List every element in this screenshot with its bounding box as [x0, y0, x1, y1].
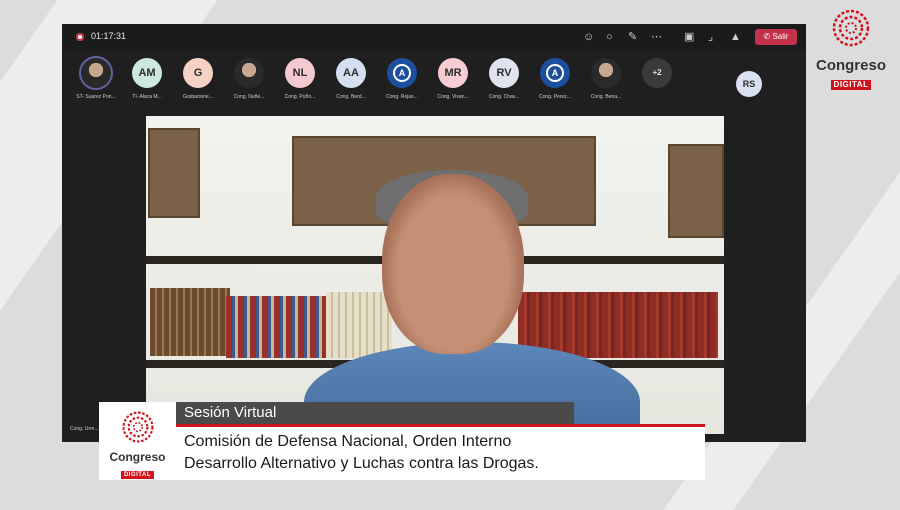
- wall-tapestry: [148, 128, 200, 218]
- participant-tile[interactable]: NL Cong. Puño...: [274, 58, 326, 100]
- books: [226, 296, 326, 358]
- session-label: Sesión Virtual: [176, 402, 574, 424]
- participant-name: Cong. Chav...: [488, 94, 520, 100]
- commission-line-2: Desarrollo Alternativo y Luchas contra l…: [184, 455, 539, 472]
- participant-name: Cong. Nuñe...: [233, 94, 265, 100]
- more-count: +2: [642, 58, 672, 88]
- leave-button[interactable]: ✆ Salir: [755, 29, 797, 45]
- participant-name: TI- Alaca M...: [132, 94, 162, 100]
- participant-tile[interactable]: G Grabacione...: [172, 58, 224, 100]
- banner-text-box: Comisión de Defensa Nacional, Orden Inte…: [176, 427, 705, 480]
- avatar: [591, 58, 621, 88]
- avatar: MR: [438, 58, 468, 88]
- participant-name: Cong. Berd...: [336, 94, 366, 100]
- participant-tile[interactable]: A Cong. Perez...: [529, 58, 581, 100]
- avatar: RV: [489, 58, 519, 88]
- logo-tag: DIGITAL: [830, 80, 872, 90]
- participant-name: Cong. Puño...: [284, 94, 316, 100]
- wall-tapestry: [668, 144, 724, 238]
- participant-name: Cong. Perez...: [539, 94, 571, 100]
- mic-off-icon[interactable]: ⌟: [708, 30, 713, 44]
- logo-word: Congreso: [109, 450, 166, 464]
- participant-tile[interactable]: A Cong. Rojas...: [376, 58, 428, 100]
- participant-tile[interactable]: Cong. Nuñe...: [223, 58, 275, 100]
- participant-tile[interactable]: AA Cong. Berd...: [325, 58, 377, 100]
- books: [326, 292, 392, 358]
- speaker-face: [382, 174, 524, 354]
- avatar: AM: [132, 58, 162, 88]
- avatar: [81, 58, 111, 88]
- participant-tile[interactable]: Cong. Bena...: [580, 58, 632, 100]
- participant-tile[interactable]: AM TI- Alaca M...: [121, 58, 173, 100]
- react-icon[interactable]: ✎: [628, 30, 637, 44]
- speaker-video: [146, 116, 724, 434]
- party-symbol-icon: A: [546, 64, 564, 82]
- participant-tile[interactable]: RV Cong. Chav...: [478, 58, 530, 100]
- meeting-toolbar: 01:17:31 ☺ ○ ✎ ⋯ ▣ ⌟ ▲ ✆ Salir: [62, 24, 806, 50]
- avatar: NL: [285, 58, 315, 88]
- chat-icon[interactable]: ○: [606, 30, 613, 44]
- books: [150, 288, 230, 356]
- congreso-digital-logo: Congreso DIGITAL: [808, 8, 894, 90]
- lower-third-banner: Congreso DIGITAL Sesión Virtual Comisión…: [99, 402, 705, 480]
- participant-name: Cong. Rojas...: [386, 94, 418, 100]
- extra-participant-avatar[interactable]: RS: [736, 71, 762, 97]
- logo-tag: DIGITAL: [120, 471, 155, 479]
- share-icon[interactable]: ▲: [730, 30, 741, 44]
- meeting-window: 01:17:31 ☺ ○ ✎ ⋯ ▣ ⌟ ▲ ✆ Salir ST- Suare…: [62, 24, 806, 442]
- people-icon[interactable]: ☺: [583, 30, 594, 44]
- phone-icon: ✆: [763, 32, 771, 41]
- avatar: G: [183, 58, 213, 88]
- camera-off-icon[interactable]: ▣: [684, 30, 694, 44]
- commission-line-1: Comisión de Defensa Nacional, Orden Inte…: [184, 433, 512, 450]
- participant-name: Grabacione...: [182, 94, 214, 100]
- participant-name: Cong. Vivan...: [437, 94, 469, 100]
- avatar: A: [540, 58, 570, 88]
- congreso-swirl-icon: [832, 9, 870, 47]
- leave-label: Salir: [772, 32, 789, 41]
- participant-tile[interactable]: MR Cong. Vivan...: [427, 58, 479, 100]
- banner-logo: Congreso DIGITAL: [99, 402, 176, 480]
- avatar: A: [387, 58, 417, 88]
- logo-word: Congreso: [815, 57, 886, 74]
- participant-name: ST- Suarez Pon...: [76, 94, 116, 100]
- more-icon[interactable]: ⋯: [651, 30, 662, 44]
- congreso-swirl-icon: [121, 411, 154, 443]
- speaker-name-label: Cong. Urre...: [70, 426, 99, 432]
- participant-strip: ST- Suarez Pon... AM TI- Alaca M... G Gr…: [62, 58, 806, 112]
- participant-name: Cong. Bena...: [590, 94, 622, 100]
- avatar: [234, 58, 264, 88]
- recording-icon: [76, 33, 84, 41]
- avatar: AA: [336, 58, 366, 88]
- meeting-timer: 01:17:31: [91, 31, 127, 41]
- participant-tile[interactable]: ST- Suarez Pon...: [70, 58, 122, 100]
- more-participants-button[interactable]: +2: [631, 58, 683, 88]
- party-symbol-icon: A: [393, 64, 411, 82]
